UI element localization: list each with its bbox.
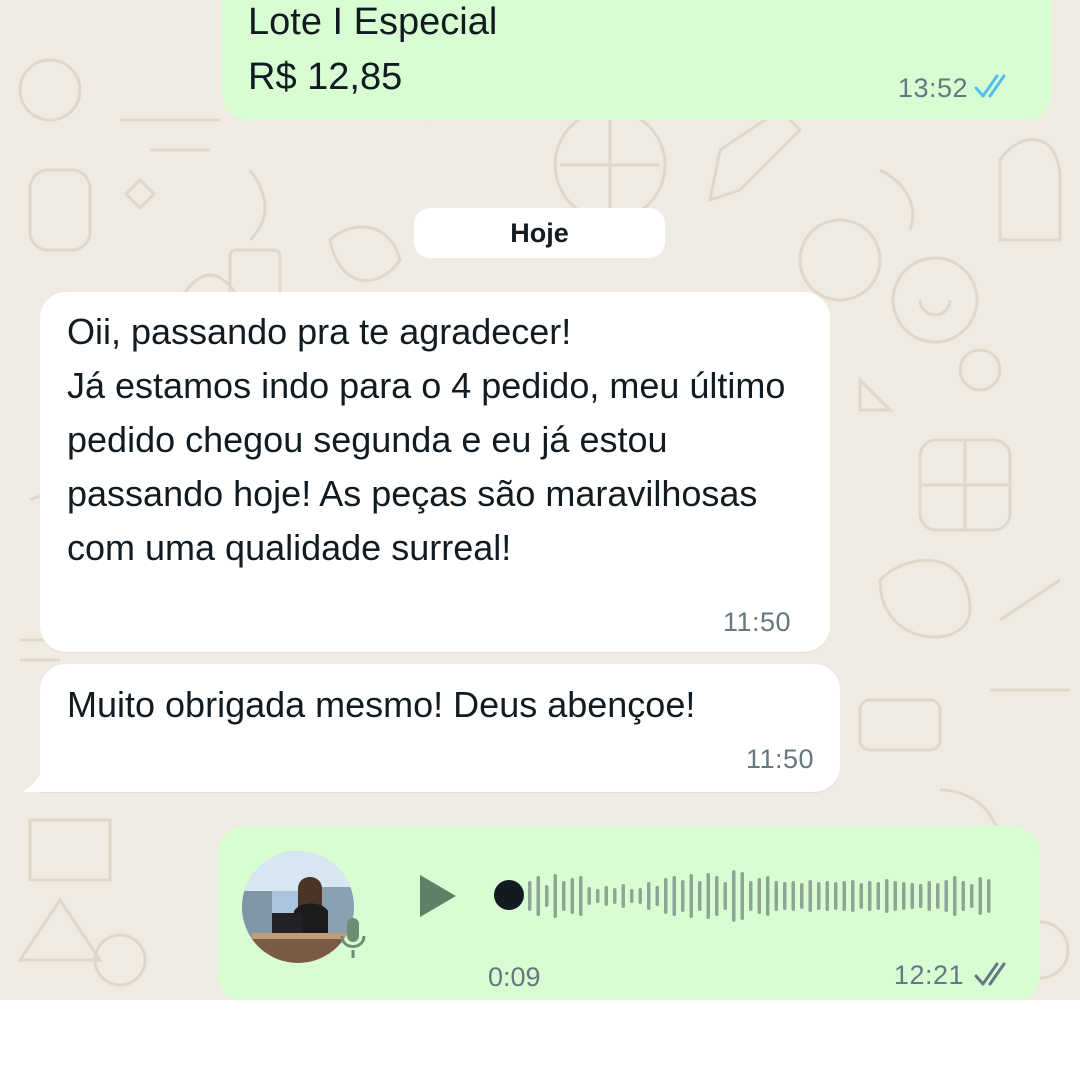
waveform-bar xyxy=(902,882,906,910)
waveform-bar xyxy=(630,889,634,903)
waveform-bar xyxy=(579,876,583,916)
waveform-bar xyxy=(791,881,795,911)
waveform-bar xyxy=(987,879,991,913)
waveform-bar xyxy=(919,884,923,908)
playback-scrubber[interactable] xyxy=(494,880,524,910)
date-divider: Hoje xyxy=(414,208,665,258)
waveform-bar xyxy=(570,878,574,914)
waveform-bar xyxy=(825,881,829,911)
message-text: Muito obrigada mesmo! Deus abençoe! xyxy=(67,684,696,725)
waveform-bar xyxy=(766,876,770,916)
message-time: 11:50 xyxy=(745,744,814,774)
waveform-bar xyxy=(868,881,872,911)
waveform-bar xyxy=(970,884,974,908)
waveform-bar xyxy=(749,881,753,911)
waveform-bar xyxy=(647,882,651,910)
read-double-check-icon xyxy=(974,74,1006,98)
voice-message-bubble[interactable]: 0:09 12:21 xyxy=(218,826,1040,1000)
waveform-bar xyxy=(689,874,693,918)
waveform-bar xyxy=(587,887,591,905)
delivered-double-check-icon xyxy=(974,962,1006,986)
waveform-bar xyxy=(638,888,642,904)
waveform-bar xyxy=(817,882,821,910)
waveform-bar xyxy=(885,879,889,913)
waveform-bar xyxy=(732,870,736,922)
outgoing-message-bubble[interactable]: Lote I Especial R$ 12,85 13:52 xyxy=(222,0,1052,120)
waveform-bar xyxy=(553,874,557,918)
message-time: 12:21 xyxy=(893,960,964,990)
incoming-message-bubble[interactable]: Muito obrigada mesmo! Deus abençoe! 11:5… xyxy=(40,664,840,792)
waveform-bar xyxy=(893,881,897,911)
incoming-message-bubble[interactable]: Oii, passando pra te agradecer! Já estam… xyxy=(40,292,830,652)
waveform-bar xyxy=(859,883,863,909)
message-time: 11:50 xyxy=(723,607,792,637)
waveform-bar xyxy=(961,881,965,911)
waveform-bar xyxy=(910,883,914,909)
waveform-bar xyxy=(842,881,846,911)
waveform-bar xyxy=(681,880,685,912)
waveform-bar xyxy=(953,876,957,916)
message-text-price: R$ 12,85 xyxy=(248,56,403,98)
waveform-bar xyxy=(740,872,744,920)
waveform-bar xyxy=(834,882,838,910)
waveform-bar xyxy=(706,873,710,919)
waveform-bar xyxy=(808,880,812,912)
waveform-bar xyxy=(698,881,702,911)
waveform-bar xyxy=(528,881,532,911)
waveform-bar xyxy=(978,877,982,915)
waveform-bar xyxy=(851,880,855,912)
waveform-bar xyxy=(944,880,948,912)
waveform-bar xyxy=(723,882,727,910)
waveform-bar xyxy=(536,876,540,916)
message-time: 13:52 xyxy=(897,73,968,103)
waveform-bar xyxy=(774,881,778,911)
waveform-bar xyxy=(664,878,668,914)
waveform-bar xyxy=(936,883,940,909)
waveform-bar xyxy=(800,883,804,909)
waveform-bar xyxy=(927,881,931,911)
waveform-bar xyxy=(596,889,600,903)
microphone-icon xyxy=(340,918,366,958)
chat-area: Lote I Especial R$ 12,85 13:52 Hoje Oii,… xyxy=(0,0,1080,1000)
waveform-bar xyxy=(613,888,617,904)
waveform-bar xyxy=(757,878,761,914)
waveform-bar xyxy=(562,881,566,911)
waveform-bar xyxy=(672,876,676,916)
waveform-bar xyxy=(604,886,608,906)
waveform-bar xyxy=(715,876,719,916)
play-icon[interactable] xyxy=(418,873,458,919)
message-text: Oii, passando pra te agradecer! Já estam… xyxy=(67,311,786,568)
waveform-bar xyxy=(655,886,659,906)
waveform-bar xyxy=(621,884,625,908)
audio-waveform[interactable] xyxy=(528,866,1008,926)
waveform-bar xyxy=(783,882,787,910)
voice-duration: 0:09 xyxy=(488,962,541,992)
waveform-bar xyxy=(545,885,549,907)
waveform-bar xyxy=(876,882,880,910)
message-text-line1: Lote I Especial xyxy=(248,1,498,43)
